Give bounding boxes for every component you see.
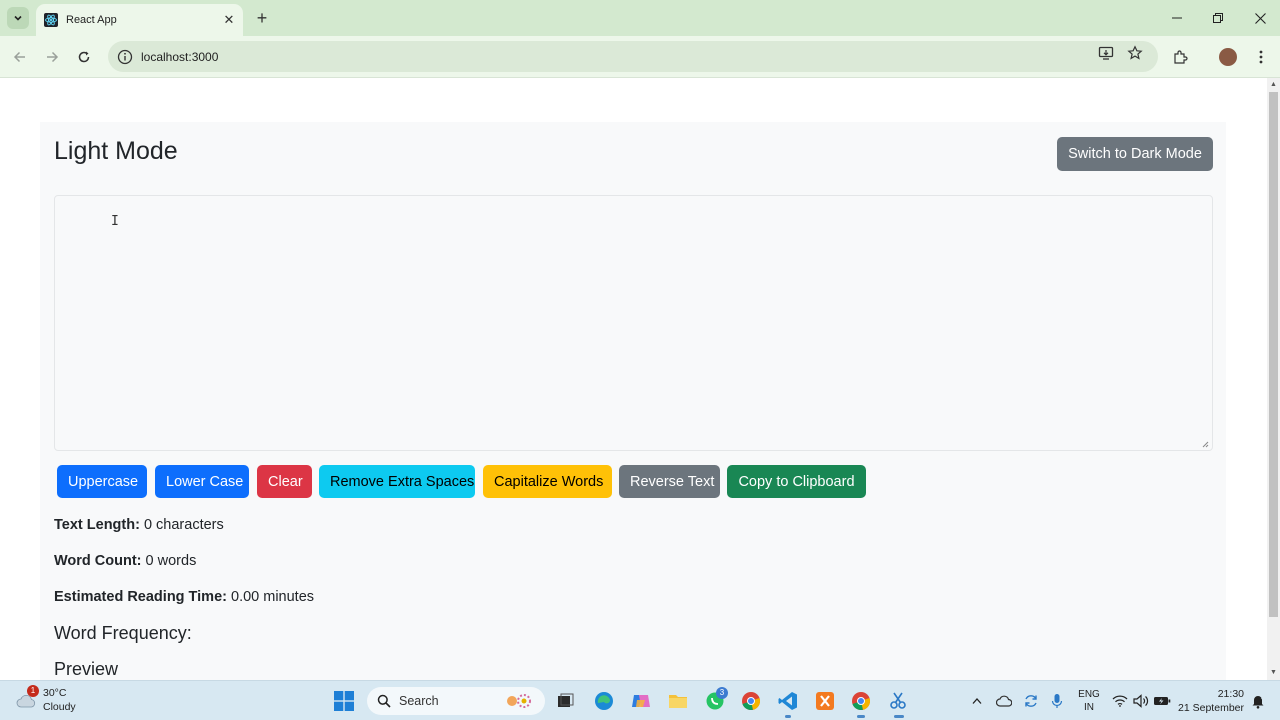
clock-time: 21:30 [1217,688,1244,700]
copilot-icon[interactable] [629,689,653,713]
sync-icon[interactable] [1019,689,1043,713]
scroll-down-icon[interactable]: ▼ [1270,669,1277,676]
profile-avatar[interactable] [1217,46,1239,68]
remove-extra-spaces-button[interactable]: Remove Extra Spaces [319,465,475,498]
browser-tab-active[interactable]: React App ✕ [36,4,243,36]
battery-charging-icon[interactable] [1150,689,1174,713]
taskbar-clock[interactable]: 21:30 21 September [1178,687,1244,715]
whatsapp-badge: 3 [716,687,728,699]
forward-arrow-icon[interactable] [41,46,63,68]
reverse-text-button[interactable]: Reverse Text [619,465,720,498]
text-length-stat: Text Length: 0 characters [54,517,224,533]
window-close-icon[interactable] [1250,8,1270,28]
text-cursor-icon: I [111,214,119,229]
notification-bell-icon[interactable]: z [1246,689,1270,713]
taskbar-search-box[interactable]: Search [367,687,545,715]
tab-close-icon[interactable]: ✕ [221,12,237,28]
vscode-active-indicator [785,715,791,718]
chrome-active-indicator [857,715,865,718]
uppercase-button[interactable]: Uppercase [57,465,147,498]
chevron-down-icon [14,15,22,21]
minimize-icon[interactable] [1167,8,1187,28]
task-view-icon[interactable] [554,689,578,713]
switch-mode-button[interactable]: Switch to Dark Mode [1057,137,1213,171]
copy-to-clipboard-button[interactable]: Copy to Clipboard [727,465,866,498]
language-indicator[interactable]: ENG IN [1077,688,1101,714]
windows-start-icon[interactable] [332,689,356,713]
chrome-active-icon[interactable] [849,689,873,713]
word-count-value: 0 words [145,553,197,569]
avatar [1219,48,1237,66]
back-arrow-icon[interactable] [9,46,31,68]
clear-button[interactable]: Clear [257,465,312,498]
word-frequency-heading: Word Frequency: [54,623,192,643]
tab-search-button[interactable] [7,7,29,29]
reading-time-value: 0.00 minutes [231,589,315,605]
install-app-icon[interactable] [1097,44,1115,62]
xampp-icon[interactable] [813,689,837,713]
search-highlight-icon [507,694,531,708]
preview-heading: Preview [54,659,119,679]
reload-icon[interactable] [73,46,95,68]
app-container: Light Mode Switch to Dark Mode I Upperca… [40,122,1226,680]
language-code: ENG [1078,689,1100,700]
reading-time-label: Estimated Reading Time: [54,589,227,605]
language-region: IN [1084,702,1094,713]
scroll-up-icon[interactable]: ▲ [1270,81,1277,88]
extensions-puzzle-icon[interactable] [1169,46,1191,68]
file-explorer-icon[interactable] [666,689,690,713]
text-length-label: Text Length: [54,517,140,533]
new-tab-icon[interactable]: + [252,8,272,28]
capitalize-words-button[interactable]: Capitalize Words [483,465,612,498]
browser-tab-strip: React App ✕ + [0,0,1280,36]
edge-browser-icon[interactable] [592,689,616,713]
weather-description: Cloudy [43,701,76,713]
snipping-tool-active-indicator [894,715,904,718]
onedrive-cloud-icon[interactable] [992,689,1016,713]
lowercase-button[interactable]: Lower Case [155,465,249,498]
clock-date: 21 September [1178,702,1244,714]
weather-temperature: 30°C [43,687,67,699]
svg-text:z: z [1261,694,1264,701]
browser-toolbar: localhost:3000 [0,36,1280,78]
site-info-icon[interactable] [117,49,133,65]
browser-menu-icon[interactable] [1250,46,1272,68]
text-input-area[interactable] [54,195,1213,451]
resize-grip-icon[interactable] [1201,440,1209,448]
address-bar[interactable]: localhost:3000 [108,41,1158,72]
word-count-stat: Word Count: 0 words [54,553,196,569]
reading-time-stat: Estimated Reading Time: 0.00 minutes [54,589,314,605]
react-favicon-icon [44,13,58,27]
snipping-tool-icon[interactable] [886,689,910,713]
page-title: Light Mode [54,137,178,165]
restore-icon[interactable] [1208,8,1228,28]
search-icon [377,694,391,708]
microphone-icon[interactable] [1045,689,1069,713]
text-length-value: 0 characters [143,517,224,533]
chrome-icon[interactable] [739,689,763,713]
tab-title: React App [66,14,117,26]
weather-badge: 1 [27,685,39,697]
word-count-label: Word Count: [54,553,142,569]
vscode-icon[interactable] [776,689,800,713]
show-hidden-icons-chevron-icon[interactable] [965,689,989,713]
page-viewport: Light Mode Switch to Dark Mode I Upperca… [0,78,1267,680]
search-placeholder: Search [399,694,439,708]
page-scrollbar[interactable]: ▲ ▼ [1267,78,1280,680]
scroll-thumb[interactable] [1269,92,1278,617]
windows-taskbar: 1 30°C Cloudy Search 3 ENG IN 21:30 21 S… [0,680,1280,720]
bookmark-star-icon[interactable] [1126,44,1144,62]
url-text: localhost:3000 [141,49,219,64]
